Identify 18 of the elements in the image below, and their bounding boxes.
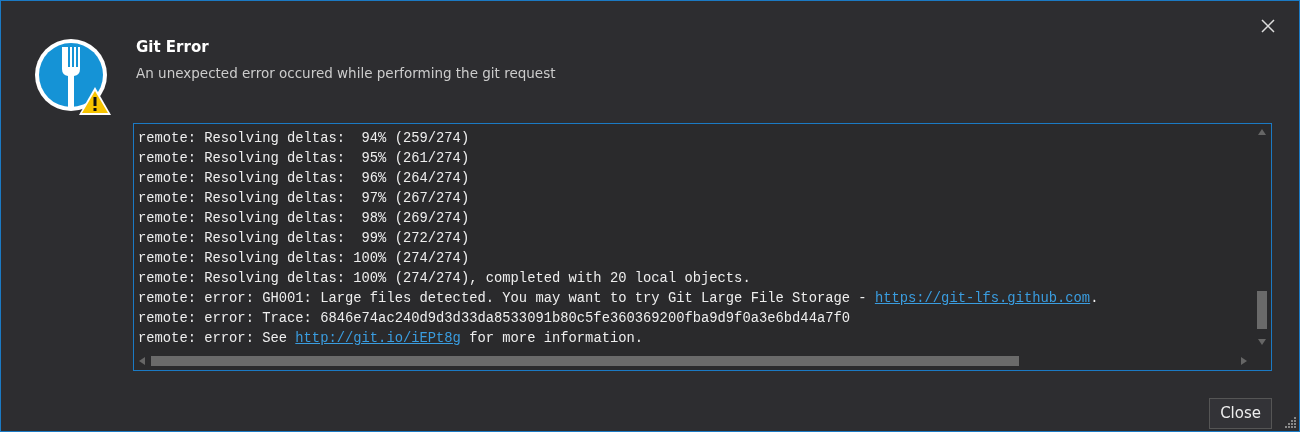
log-line: remote: Resolving deltas: 100% (274/274) <box>138 250 471 268</box>
log-line: remote: error: GH001: Large files detected. You may want to try Git Large File Storage - https://git-lfs.github.com. <box>138 290 1100 308</box>
log-line: remote: Resolving deltas: 100% (274/274), completed with 20 local objects. <box>138 270 752 288</box>
log-line: remote: Resolving deltas: 99% (272/274) <box>138 230 471 248</box>
link[interactable]: https://git-lfs.github.com <box>874 291 1091 306</box>
log-line: remote: Resolving deltas: 94% (259/274) <box>138 130 471 148</box>
fork-warning-icon <box>34 37 112 117</box>
dialog-message: An unexpected error occured while performing the git request <box>136 64 556 83</box>
link[interactable]: http://git.io/iEPt8g <box>295 331 461 346</box>
log-line: remote: error: Trace: 6846e74ac240d9d3d33da8533091b80c5fe360369200fba9d9f0a3e6bd44a7f0 <box>138 310 852 328</box>
close-button[interactable]: Close <box>1209 398 1272 429</box>
log-line: remote: Resolving deltas: 97% (267/274) <box>138 190 471 208</box>
log-line: remote: Resolving deltas: 96% (264/274) <box>138 170 471 188</box>
dialog-title: Git Error <box>136 37 210 57</box>
log-line: remote: Resolving deltas: 95% (261/274) <box>138 150 471 168</box>
resize-grip-icon[interactable] <box>1285 417 1297 429</box>
log-line: remote: Resolving deltas: 98% (269/274) <box>138 210 471 228</box>
log-line: remote: error: See http://git.io/iEPt8g for more information. <box>138 330 645 348</box>
